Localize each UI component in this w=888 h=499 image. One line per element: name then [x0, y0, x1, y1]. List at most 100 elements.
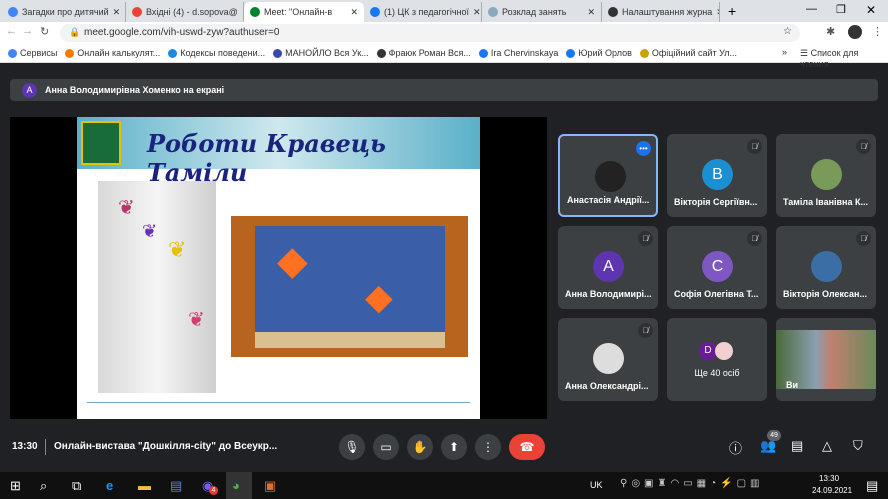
clock-date[interactable]: 24.09.2021 — [812, 486, 852, 495]
bookmark-icon — [478, 48, 488, 58]
browser-tab[interactable]: Загадки про дитячий ✕ — [2, 2, 126, 22]
tray-icons[interactable]: ⚲◎▣♜◠▭▦◔⚡▢▥ — [620, 478, 763, 489]
bookmark-label: Фраюк Роман Вся... — [388, 48, 471, 58]
close-window-button[interactable]: ✕ — [866, 3, 876, 17]
search-icon[interactable]: ⌕ — [40, 478, 47, 494]
present-button[interactable]: ⬆ — [441, 434, 467, 460]
mic-muted-icon: 🎙̸ — [638, 323, 653, 338]
participant-tile[interactable]: A Анна Володимирі... 🎙̸ — [558, 226, 658, 309]
docs-icon[interactable]: ▤ — [170, 478, 182, 494]
tab-title: (1) ЦК з педагогічної — [384, 7, 470, 17]
tab-title: Налаштування журна — [622, 7, 713, 17]
participant-name: Анна Олександрі... — [565, 381, 649, 391]
bookmark-label: Ira Chervinskaya — [490, 48, 559, 58]
maximize-button[interactable]: ❐ — [836, 3, 846, 16]
star-icon[interactable]: ☆ — [783, 26, 792, 37]
reading-list[interactable]: ☰ Список для чтения — [800, 48, 888, 69]
more-participants-tile[interactable]: D Ще 40 осіб — [667, 318, 767, 401]
extensions-icon[interactable]: ✱ — [826, 25, 835, 38]
new-tab-button[interactable]: + — [728, 3, 736, 19]
bookmark-item[interactable]: МАНОЙЛО Вся Ук... — [273, 48, 369, 58]
participant-tile[interactable]: Анна Олександрі... 🎙̸ — [558, 318, 658, 401]
bookmarks-bar: Сервисы Онлайн калькулят... Кодексы поведе… — [0, 44, 888, 69]
browser-tab[interactable]: Meet: "Онлайн-в ✕ — [244, 2, 364, 22]
edge-icon[interactable]: e — [106, 478, 113, 493]
impress-icon[interactable]: ▣ — [264, 478, 276, 494]
tab-favicon-icon — [132, 7, 142, 17]
bookmark-item[interactable]: Офіційний сайт Ул... — [639, 48, 738, 58]
bookmark-label: Офіційний сайт Ул... — [651, 48, 738, 58]
camera-button[interactable]: ▭ — [373, 434, 399, 460]
language-indicator[interactable]: UK — [590, 480, 603, 490]
clock-time[interactable]: 13:30 — [819, 474, 839, 483]
more-participants-label: Ще 40 осіб — [694, 368, 740, 378]
host-controls-icon[interactable]: ⛉ — [853, 438, 863, 454]
activities-icon[interactable]: △ — [822, 438, 832, 454]
reading-list-label: Список для чтения — [800, 48, 859, 69]
bookmark-item[interactable]: Сервисы — [8, 48, 57, 58]
reload-button[interactable]: ↻ — [40, 25, 49, 38]
browser-tab[interactable]: Вхідні (4) - d.sopova@✕ — [126, 2, 244, 22]
chat-icon[interactable]: ▤ — [791, 438, 803, 454]
participant-tile[interactable]: C Софія Олегівна Т... 🎙̸ — [667, 226, 767, 309]
self-video-tile[interactable]: Ви — [776, 318, 876, 401]
tab-close-icon[interactable]: ✕ — [712, 7, 719, 18]
profile-avatar[interactable] — [848, 25, 862, 39]
tab-close-icon[interactable]: ✕ — [109, 7, 121, 18]
presenting-banner: A Анна Володимирівна Хоменко на екрані — [10, 79, 878, 101]
url-text: meet.google.com/vih-uswd-zyw?authuser=0 — [84, 27, 280, 38]
microphone-button[interactable]: 🎙 — [339, 434, 365, 460]
participant-tile[interactable]: Таміла Іванівна К... 🎙̸ — [776, 134, 876, 217]
menu-icon[interactable]: ⋮ — [872, 25, 883, 38]
participant-name: Вікторія Сергіївн... — [674, 197, 758, 207]
bookmark-icon — [273, 48, 283, 58]
participant-name: Таміла Іванівна К... — [783, 197, 868, 207]
shared-slide: Роботи Кравець Таміли ❦ ❦ ❦ ❦ ◆ ◆ — [77, 117, 480, 419]
notifications-icon[interactable]: ▤ — [866, 478, 878, 494]
tab-close-icon[interactable]: ✕ — [346, 7, 358, 18]
info-icon[interactable]: ⓘ — [729, 438, 742, 457]
task-view-icon[interactable]: ⧉ — [72, 478, 81, 494]
presentation-stage: Роботи Кравець Таміли ❦ ❦ ❦ ❦ ◆ ◆ — [10, 117, 547, 419]
tab-title: Вхідні (4) - d.sopova@ — [146, 7, 238, 17]
more-options-button[interactable]: ⋮ — [475, 434, 501, 460]
mic-muted-icon: 🎙̸ — [747, 139, 762, 154]
bookmark-item[interactable]: Кодексы поведени... — [168, 48, 265, 58]
participant-name: Софія Олегівна Т... — [674, 289, 759, 299]
slide-title: Роботи Кравець Таміли — [147, 129, 386, 187]
bookmark-item[interactable]: Ira Chervinskaya — [478, 48, 559, 58]
bookmark-item[interactable]: Онлайн калькулят... — [65, 48, 160, 58]
browser-tab[interactable]: Розклад занять ✕ — [482, 2, 602, 22]
viber-badge: 4 — [209, 486, 218, 495]
forward-button[interactable]: → — [22, 25, 33, 37]
participant-avatar: A — [593, 251, 624, 282]
participant-tile[interactable]: Анастасія Андрії... ••• — [558, 134, 658, 217]
bookmark-label: Кодексы поведени... — [180, 48, 266, 58]
browser-tab[interactable]: Налаштування журна✕ — [602, 2, 720, 22]
leave-call-button[interactable]: ☎ — [509, 434, 545, 460]
participant-tile[interactable]: B Вікторія Сергіївн... 🎙̸ — [667, 134, 767, 217]
bookmark-item[interactable]: Юрий Орлов — [566, 48, 632, 58]
bookmark-icon — [168, 48, 178, 58]
tab-favicon-icon — [250, 7, 260, 17]
minimize-button[interactable]: — — [806, 3, 817, 15]
tab-close-icon[interactable]: ✕ — [583, 7, 595, 18]
more-avatar-photo — [715, 342, 733, 360]
more-bookmarks-icon[interactable]: » — [782, 47, 787, 57]
bookmark-item[interactable]: Фраюк Роман Вся... — [376, 48, 471, 58]
browser-tab[interactable]: (1) ЦК з педагогічної ✕ — [364, 2, 482, 22]
url-input[interactable]: 🔒 meet.google.com/vih-uswd-zyw?authuser=… — [60, 24, 800, 42]
explorer-icon[interactable]: ▬ — [138, 478, 151, 493]
participant-avatar — [593, 343, 624, 374]
tab-close-icon[interactable]: ✕ — [469, 7, 481, 18]
back-button[interactable]: ← — [6, 25, 17, 37]
bookmark-label: Сервисы — [20, 48, 58, 58]
participant-tile[interactable]: Вікторія Олексан... 🎙̸ — [776, 226, 876, 309]
chrome-taskbar-button[interactable]: ◕ — [226, 472, 252, 499]
raise-hand-button[interactable]: ✋ — [407, 434, 433, 460]
meeting-title[interactable]: Онлайн-вистава "Дошкілля-city" до Всеукр… — [54, 441, 277, 452]
more-options-icon[interactable]: ••• — [636, 141, 651, 156]
start-icon[interactable]: ⊞ — [10, 478, 21, 494]
participant-name: Анна Володимирі... — [565, 289, 652, 299]
participant-avatar: C — [702, 251, 733, 282]
